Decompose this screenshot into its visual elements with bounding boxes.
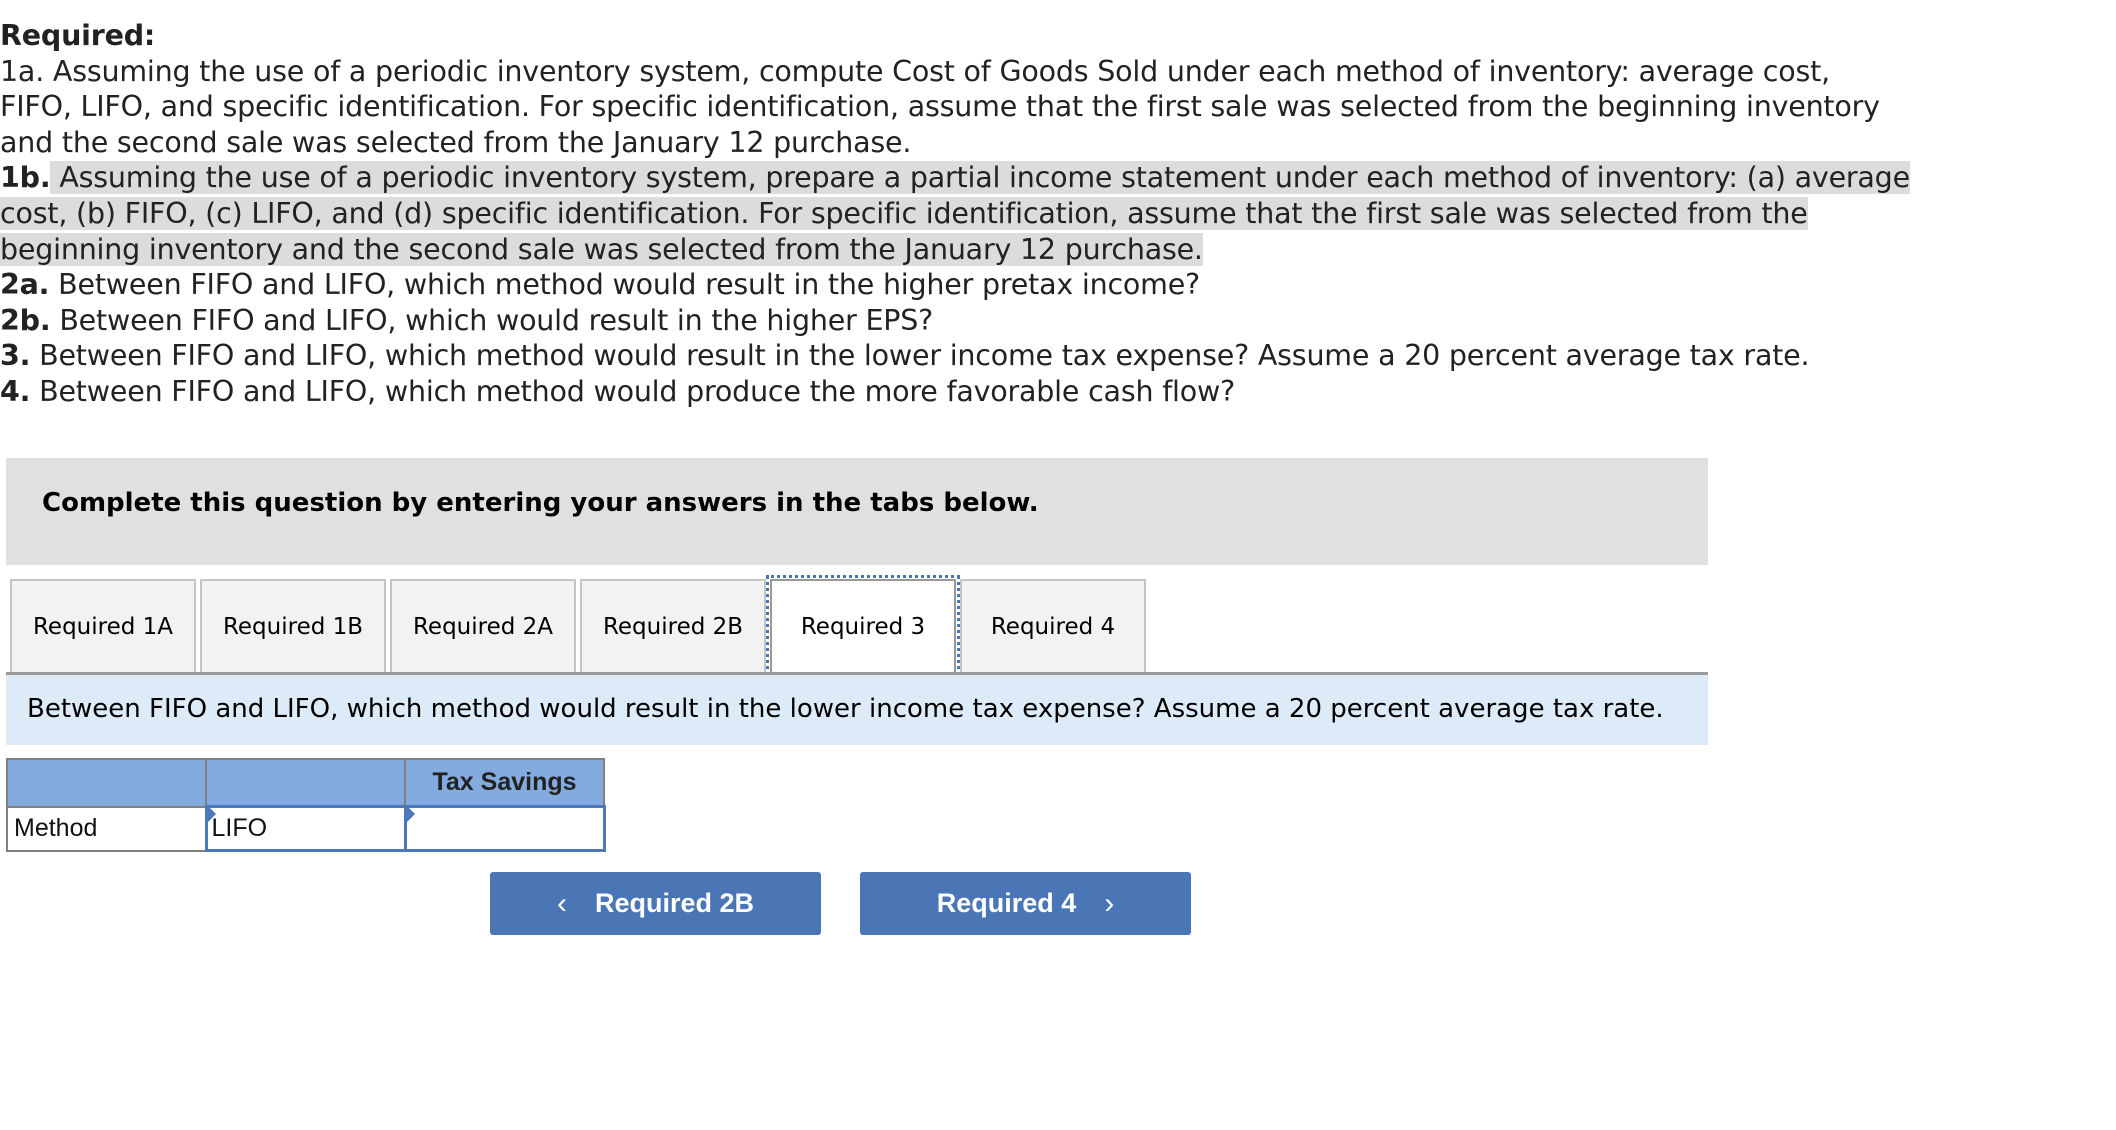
table-row: Method LIFO <box>6 805 606 852</box>
item-1b-line-1: Assuming the use of a periodic inventory… <box>50 161 1910 195</box>
header-cell-1 <box>6 758 207 808</box>
prev-tab-button[interactable]: ‹ Required 2B <box>490 872 821 935</box>
item-3: 3. Between FIFO and LIFO, which method w… <box>0 338 1900 374</box>
question-prompt: Between FIFO and LIFO, which method woul… <box>6 675 1708 745</box>
tab-required-2b[interactable]: Required 2B <box>580 579 766 673</box>
tab-required-3[interactable]: Required 3 <box>766 575 960 677</box>
header-tax-savings: Tax Savings <box>404 758 605 808</box>
tax-savings-input[interactable] <box>403 805 606 852</box>
method-dropdown[interactable]: LIFO <box>204 805 407 852</box>
prev-tab-label: Required 2B <box>594 888 755 918</box>
method-dropdown-value: LIFO <box>211 814 268 842</box>
item-1a-line-2: FIFO, LIFO, and specific identification.… <box>0 90 1880 124</box>
item-2a-text: Between FIFO and LIFO, which method woul… <box>49 268 1200 302</box>
chevron-left-icon: ‹ <box>556 886 567 920</box>
item-1b-row-3: beginning inventory and the second sale … <box>0 232 1900 268</box>
instruction-banner-text: Complete this question by entering your … <box>42 488 1039 518</box>
item-1b-line-2: cost, (b) FIFO, (c) LIFO, and (d) specif… <box>0 196 1808 230</box>
item-1b-label: 1b. <box>0 161 51 195</box>
input-marker-icon <box>406 806 415 822</box>
tab-required-4[interactable]: Required 4 <box>960 579 1146 673</box>
row-label-method: Method <box>6 805 207 852</box>
item-4: 4. Between FIFO and LIFO, which method w… <box>0 374 1900 410</box>
item-2b: 2b. Between FIFO and LIFO, which would r… <box>0 303 1900 339</box>
item-4-text: Between FIFO and LIFO, which method woul… <box>30 374 1236 408</box>
dropdown-marker-icon <box>207 806 216 822</box>
next-tab-label: Required 4 <box>936 888 1077 918</box>
table-header-row: Tax Savings <box>6 758 605 808</box>
item-2b-text: Between FIFO and LIFO, which would resul… <box>50 303 934 337</box>
item-1a-line-3: and the second sale was selected from th… <box>0 125 912 159</box>
item-1b-row-2: cost, (b) FIFO, (c) LIFO, and (d) specif… <box>0 196 1900 232</box>
item-2a-label: 2a. <box>0 268 50 302</box>
item-1b-line-3: beginning inventory and the second sale … <box>0 232 1203 266</box>
item-1a-line-1: 1a. Assuming the use of a periodic inven… <box>0 54 1830 88</box>
item-4-label: 4. <box>0 374 31 408</box>
required-heading: Required: <box>0 19 156 52</box>
item-3-text: Between FIFO and LIFO, which method woul… <box>30 339 1810 373</box>
item-2a: 2a. Between FIFO and LIFO, which method … <box>0 267 1900 303</box>
tab-required-1a[interactable]: Required 1A <box>10 579 196 673</box>
answer-table: Tax Savings Method LIFO <box>6 758 606 852</box>
item-2b-label: 2b. <box>0 303 51 337</box>
instruction-banner: Complete this question by entering your … <box>6 458 1708 565</box>
chevron-right-icon: › <box>1104 886 1115 920</box>
tab-required-2a[interactable]: Required 2A <box>390 579 576 673</box>
item-1b: 1b. Assuming the use of a periodic inven… <box>0 160 1910 196</box>
question-text: Between FIFO and LIFO, which method woul… <box>27 694 1664 724</box>
item-3-label: 3. <box>0 339 31 373</box>
next-tab-button[interactable]: Required 4 › <box>860 872 1191 935</box>
tab-required-1b[interactable]: Required 1B <box>200 579 386 673</box>
instructions: Required: 1a. Assuming the use of a peri… <box>0 18 1910 410</box>
header-cell-2 <box>205 758 406 808</box>
